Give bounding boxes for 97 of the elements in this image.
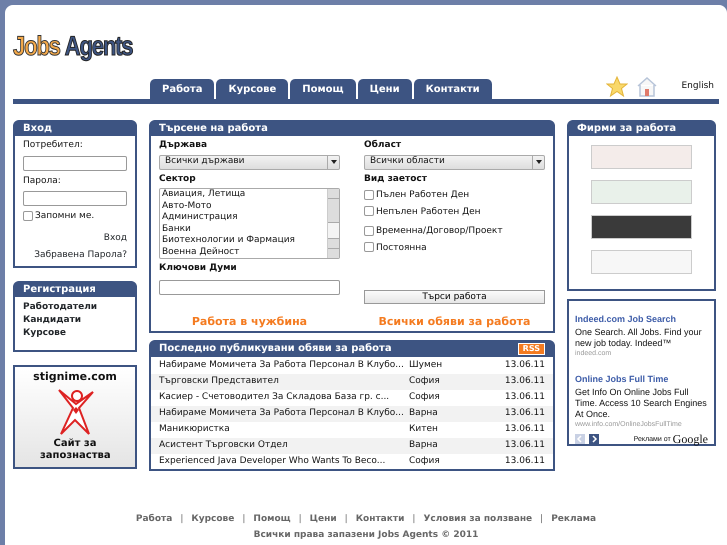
link-separator: | [180,514,184,524]
footer-link[interactable]: Реклама [551,514,596,524]
table-cell-text: Шумен [409,359,444,372]
checkbox-label: Запомни ме. [35,211,94,221]
table-cell-text: 13.06.11 [504,407,545,420]
nav-tab[interactable]: Работа [150,79,214,99]
dropdown[interactable]: Всички области [364,154,545,170]
ad-text: One Search. All Jobs. Find your new job today. Indeed™ [575,326,703,348]
nav-tab[interactable]: Курсове [216,79,288,99]
dropdown[interactable]: Всички държави [159,154,340,170]
footer-link[interactable]: Работа [136,514,172,524]
ad-caption: Сайт за запознаства [40,438,110,462]
ad-site-name: stignime.com [32,369,118,385]
language-link[interactable]: English [682,80,714,93]
footer-link[interactable]: Курсове [191,514,234,524]
previous-arrow-icon[interactable] [575,434,585,444]
link-separator: | [344,514,348,524]
job-title-link[interactable]: Набираме Момичета За Работа Персонал В Клубо... [159,359,409,373]
dating-ad-banner[interactable]: stignime.com Сайт за запознаства [13,365,137,469]
link-separator: | [540,514,544,524]
table-cell-text: Варна [409,407,439,420]
caret-icon [330,160,336,164]
ad-title-link[interactable]: Indeed.com Job Search [575,313,708,326]
list-option[interactable]: Банки [160,224,295,235]
table-cell-text: Китен [409,423,439,436]
footer-link[interactable]: Помощ [253,514,291,524]
link-separator: | [298,514,302,524]
google-brand-text: Google [672,431,708,448]
list-option[interactable]: Администрация [160,212,295,224]
search-button[interactable]: Търси работа [364,290,545,304]
checkbox[interactable] [364,206,374,216]
field-label: Държава [159,139,208,152]
registration-link[interactable]: Кандидати [23,314,127,327]
keywords-field[interactable] [159,280,340,294]
table-cell-text: 13.06.11 [504,359,545,372]
link-separator: | [242,514,246,524]
list-option[interactable]: Авто-Мото [160,200,295,212]
login-link[interactable]: Вход [104,232,127,242]
nav-tab[interactable]: Цени [358,79,412,99]
job-title-link[interactable]: Търговски Представител [159,375,409,389]
home-icon[interactable] [636,76,658,97]
field-label: Вид заетост [364,172,428,186]
field-label: Ключови Думи [159,262,238,275]
list-option[interactable]: Биотехнологии и Фармация [160,235,295,246]
panel-title: Последно публикувани обяви за работа [159,342,392,356]
checkbox[interactable] [364,190,374,200]
caret-icon [536,160,542,164]
nav-tab[interactable]: Помощ [290,79,356,99]
checkbox[interactable] [364,242,374,252]
table-cell-text: София [409,455,441,468]
field-label: Сектор [159,172,197,186]
checkbox-label: Постоянна [376,242,427,252]
link-separator: | [412,514,416,524]
table-cell-text: 13.06.11 [504,455,545,468]
copyright-text: Всички права запазени Jobs Agents © 2011 [252,528,480,542]
job-title-link[interactable]: Маникюристка [159,423,409,437]
table-cell-text: 13.06.11 [504,423,545,436]
list-option[interactable]: Военна Дейност [160,246,295,258]
table-cell-text: 13.06.11 [504,439,545,452]
table-cell-text: София [409,375,441,388]
registration-link[interactable]: Курсове [23,327,127,340]
checkbox[interactable] [23,210,33,221]
checkbox-label: Пълен Работен Ден [376,190,470,200]
job-title-link[interactable]: Набираме Момичета За Работа Персонал В Клубо... [159,407,409,421]
sector-listbox[interactable]: Авиация, Летища Авто-Мото Администрация Банки Биотехнологии и Фармация Военна Дейност [159,188,340,259]
footer-link[interactable]: Контакти [356,514,404,524]
star-icon[interactable] [606,76,628,97]
ad-text: Get Info On Online Jobs Full Time. Access 10 Search Engines At Once. [575,386,708,420]
checkbox[interactable] [364,226,374,236]
list-option[interactable]: Авиация, Летища [160,189,295,200]
panel-title: Вход [13,120,137,136]
panel-title: Фирми за работа [567,120,716,136]
password-field[interactable] [23,191,127,206]
checkbox-label: Непълен Работен Ден [376,206,481,216]
forgot-password-link[interactable]: Забравена Парола? [34,250,127,260]
field-label: Област [364,139,402,152]
table-cell-text: София [409,391,441,404]
username-field[interactable] [23,156,127,170]
table-cell-text: Варна [409,439,439,452]
registration-link[interactable]: Работодатели [23,301,127,314]
nav-tab[interactable]: Контакти [414,79,492,99]
table-cell-text: 13.06.11 [504,375,545,388]
ad-title-link[interactable]: Online Jobs Full Time [575,373,708,386]
job-title-link[interactable]: Касиер - Счетоводител За Складова База гр. с... [159,391,409,405]
job-title-link[interactable]: Асистент Търговски Отдел [159,439,409,453]
logo-text[interactable]: Agents [64,31,132,61]
table-cell-text: 13.06.11 [504,391,545,404]
checkbox-label: Временна/Договор/Проект [376,226,503,236]
scrollbar [327,189,339,258]
footer-link[interactable]: Условия за ползване [423,514,532,524]
footer-link[interactable]: Цени [310,514,337,524]
panel-title: Търсене на работа [149,120,555,136]
field-label: Потребител: [23,139,84,152]
panel-title: Регистрация [13,281,137,297]
field-label: Парола: [23,174,62,188]
next-arrow-icon[interactable] [589,434,599,444]
job-title-link[interactable]: Experienced Java Developer Who Wants To Beco... [159,455,409,469]
